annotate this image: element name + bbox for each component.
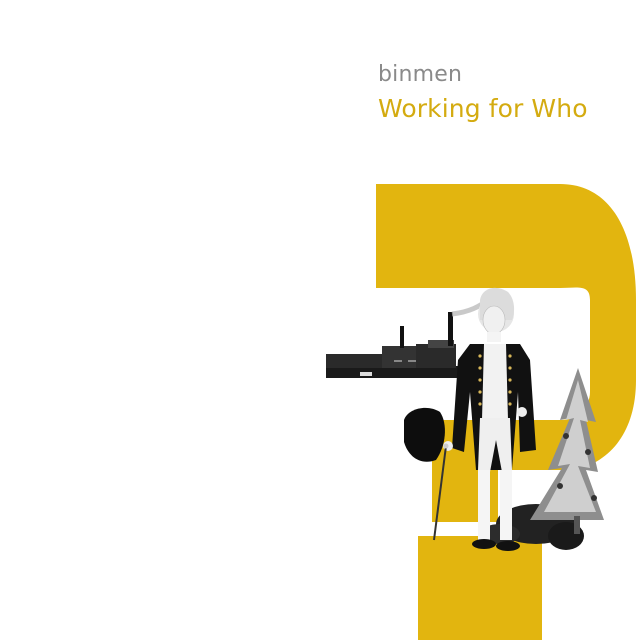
album-cover: binmen Working for Who	[0, 0, 640, 640]
collage-art	[326, 184, 636, 640]
tricorn-hat-icon	[404, 407, 445, 462]
